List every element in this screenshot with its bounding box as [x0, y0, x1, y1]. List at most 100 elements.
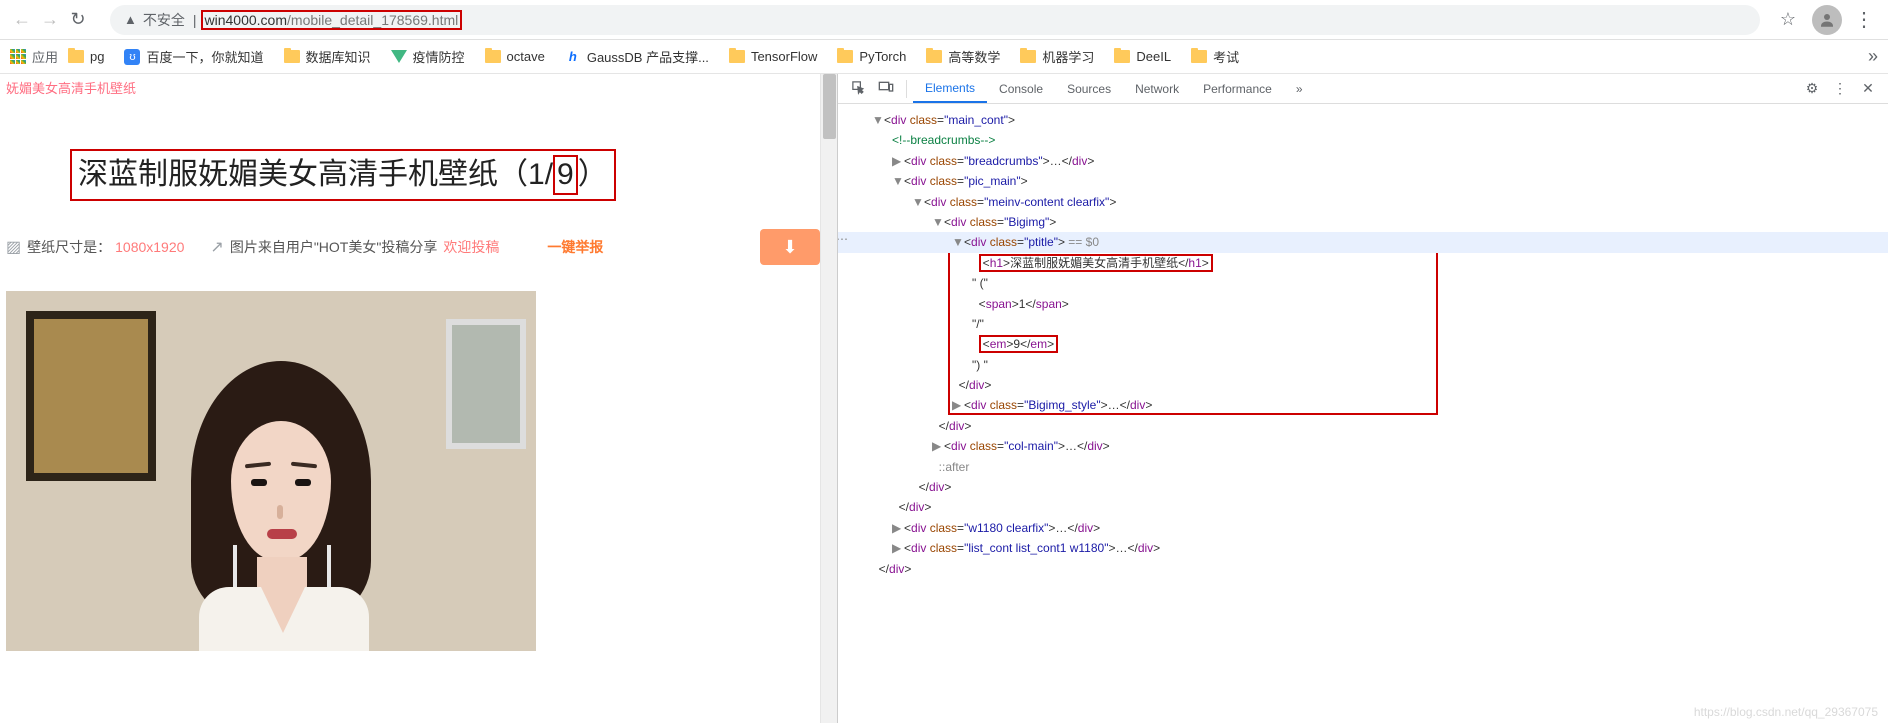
bookmark-label: 疫情防控: [413, 47, 465, 66]
dom-node-close[interactable]: </div>: [838, 375, 1888, 395]
selected-marker-icon: ⋯: [838, 232, 850, 246]
page-slash: /: [545, 158, 553, 191]
settings-icon[interactable]: ⚙: [1798, 80, 1826, 97]
welcome-link[interactable]: 欢迎投稿: [443, 237, 499, 257]
bookmarks-overflow-icon[interactable]: »: [1868, 46, 1878, 67]
dom-node[interactable]: ▶<div class="list_cont list_cont1 w1180"…: [838, 538, 1888, 558]
bookmark-label: 高等数学: [948, 47, 1000, 66]
dom-node[interactable]: ▼<div class="main_cont">: [838, 110, 1888, 130]
folder-icon: [729, 50, 745, 63]
scrollbar-thumb[interactable]: [823, 74, 836, 139]
device-toggle-icon[interactable]: [872, 80, 900, 97]
dom-node[interactable]: <span>1</span>: [838, 294, 1888, 314]
dom-node-close[interactable]: </div>: [838, 497, 1888, 517]
dom-node-close[interactable]: </div>: [838, 416, 1888, 436]
devtools-tabs: Elements Console Sources Network Perform…: [838, 74, 1888, 104]
watermark: https://blog.csdn.net/qq_29367075: [1694, 705, 1878, 719]
page-title-row: 深蓝制服妩媚美女高清手机壁纸（1/9）: [70, 149, 820, 201]
insecure-icon: ▲: [124, 12, 137, 27]
bookmark-label: 机器学习: [1042, 47, 1094, 66]
tab-elements[interactable]: Elements: [913, 74, 987, 103]
dom-node-close[interactable]: </div>: [838, 559, 1888, 579]
dom-node-close[interactable]: </div>: [838, 477, 1888, 497]
page-scrollbar[interactable]: [820, 74, 837, 723]
tab-performance[interactable]: Performance: [1191, 74, 1284, 103]
bookmark-ml[interactable]: 机器学习: [1020, 47, 1094, 66]
tabs-more[interactable]: »: [1284, 74, 1315, 103]
inspect-icon[interactable]: [844, 80, 872, 98]
bookmark-star-icon[interactable]: ☆: [1780, 9, 1796, 30]
folder-icon: [837, 50, 853, 63]
dim-value: 1080x1920: [115, 239, 184, 255]
download-icon: ⬇: [782, 237, 797, 258]
folder-icon: [926, 50, 942, 63]
tab-network[interactable]: Network: [1123, 74, 1191, 103]
dom-node[interactable]: ▼<div class="pic_main">: [838, 171, 1888, 191]
bookmark-deeil[interactable]: DeeIL: [1114, 49, 1171, 64]
dom-node[interactable]: ▶<div class="breadcrumbs">…</div>: [838, 151, 1888, 171]
page-total: 9: [557, 158, 574, 191]
bookmark-gaussdb[interactable]: h GaussDB 产品支撑...: [565, 47, 709, 66]
folder-icon: [1114, 50, 1130, 63]
wallpaper-image[interactable]: [6, 291, 536, 651]
page-current: 1: [528, 158, 545, 191]
vue-icon: [391, 50, 407, 63]
browser-toolbar: ← → ↻ ▲ 不安全 | win4000.com/mobile_detail_…: [0, 0, 1888, 40]
devtools-menu-icon[interactable]: ⋮: [1826, 80, 1854, 97]
apps-icon: [10, 49, 26, 65]
page-title-highlight: 深蓝制服妩媚美女高清手机壁纸（1/9）: [70, 149, 616, 201]
download-button[interactable]: ⬇: [760, 229, 820, 265]
meta-row: ▨ 壁纸尺寸是： 1080x1920 ↗ 图片来自用户"HOT美女"投稿分享 欢…: [6, 229, 820, 265]
devtools-close-icon[interactable]: ✕: [1854, 80, 1882, 97]
chrome-menu-icon[interactable]: ⋮: [1848, 7, 1880, 32]
bookmark-exam[interactable]: 考试: [1191, 47, 1239, 66]
reload-button[interactable]: ↻: [64, 9, 92, 30]
bookmark-label: PyTorch: [859, 49, 906, 64]
bookmark-covid[interactable]: 疫情防控: [391, 47, 465, 66]
bookmark-db[interactable]: 数据库知识: [284, 47, 371, 66]
dom-node[interactable]: <em>9</em>: [838, 334, 1888, 354]
paren-open: （: [498, 158, 528, 191]
tab-sources[interactable]: Sources: [1055, 74, 1123, 103]
bookmark-label: octave: [507, 49, 545, 64]
dom-node[interactable]: ▶<div class="col-main">…</div>: [838, 436, 1888, 456]
bookmark-octave[interactable]: octave: [485, 49, 545, 64]
bookmark-pytorch[interactable]: PyTorch: [837, 49, 906, 64]
breadcrumb[interactable]: 妩媚美女高清手机壁纸: [0, 74, 820, 101]
apps-label: 应用: [32, 47, 58, 66]
bookmark-pg[interactable]: pg: [68, 49, 104, 64]
profile-avatar[interactable]: [1812, 5, 1842, 35]
bookmark-label: DeeIL: [1136, 49, 1171, 64]
dom-node[interactable]: ▶<div class="w1180 clearfix">…</div>: [838, 518, 1888, 538]
report-link[interactable]: 一键举报: [547, 237, 603, 257]
dim-segment: ▨ 壁纸尺寸是： 1080x1920: [6, 237, 184, 257]
bookmark-label: 数据库知识: [306, 47, 371, 66]
dom-node[interactable]: ▼<div class="meinv-content clearfix">: [838, 192, 1888, 212]
bookmark-label: pg: [90, 49, 104, 64]
source-segment: ↗ 图片来自用户"HOT美女"投稿分享 欢迎投稿: [210, 237, 499, 257]
gauss-icon: h: [565, 49, 581, 65]
dom-node[interactable]: <h1>深蓝制服妩媚美女高清手机壁纸</h1>: [838, 253, 1888, 273]
forward-button[interactable]: →: [36, 9, 64, 30]
back-button[interactable]: ←: [8, 9, 36, 30]
insecure-label: 不安全: [143, 10, 185, 30]
apps-shortcut[interactable]: 应用: [10, 47, 58, 66]
devtools-panel: Elements Console Sources Network Perform…: [837, 74, 1888, 723]
share-icon: ↗: [210, 237, 223, 257]
dom-text: "/": [838, 314, 1888, 334]
dom-node[interactable]: ▼<div class="Bigimg">: [838, 212, 1888, 232]
bookmark-math[interactable]: 高等数学: [926, 47, 1000, 66]
separator: |: [193, 12, 197, 28]
bookmarks-bar: 应用 pg ʊ百度一下，你就知道 数据库知识 疫情防控 octave h Gaus…: [0, 40, 1888, 74]
bookmark-tensorflow[interactable]: TensorFlow: [729, 49, 817, 64]
tab-console[interactable]: Console: [987, 74, 1055, 103]
page-content: 妩媚美女高清手机壁纸 深蓝制服妩媚美女高清手机壁纸（1/9） ▨ 壁纸尺寸是： …: [0, 74, 820, 723]
page-title: 深蓝制服妩媚美女高清手机壁纸: [78, 158, 498, 191]
dom-node[interactable]: ▶<div class="Bigimg_style">…</div>: [838, 395, 1888, 415]
dom-node-selected[interactable]: ▼<div class="ptitle"> == $0: [838, 232, 1888, 252]
elements-tree[interactable]: ▼<div class="main_cont"> <!--breadcrumbs…: [838, 104, 1888, 723]
bookmark-baidu[interactable]: ʊ百度一下，你就知道: [124, 47, 263, 66]
address-bar[interactable]: ▲ 不安全 | win4000.com/mobile_detail_178569…: [110, 5, 1760, 35]
dom-text: ") ": [838, 355, 1888, 375]
bookmark-label: GaussDB 产品支撑...: [587, 47, 709, 66]
